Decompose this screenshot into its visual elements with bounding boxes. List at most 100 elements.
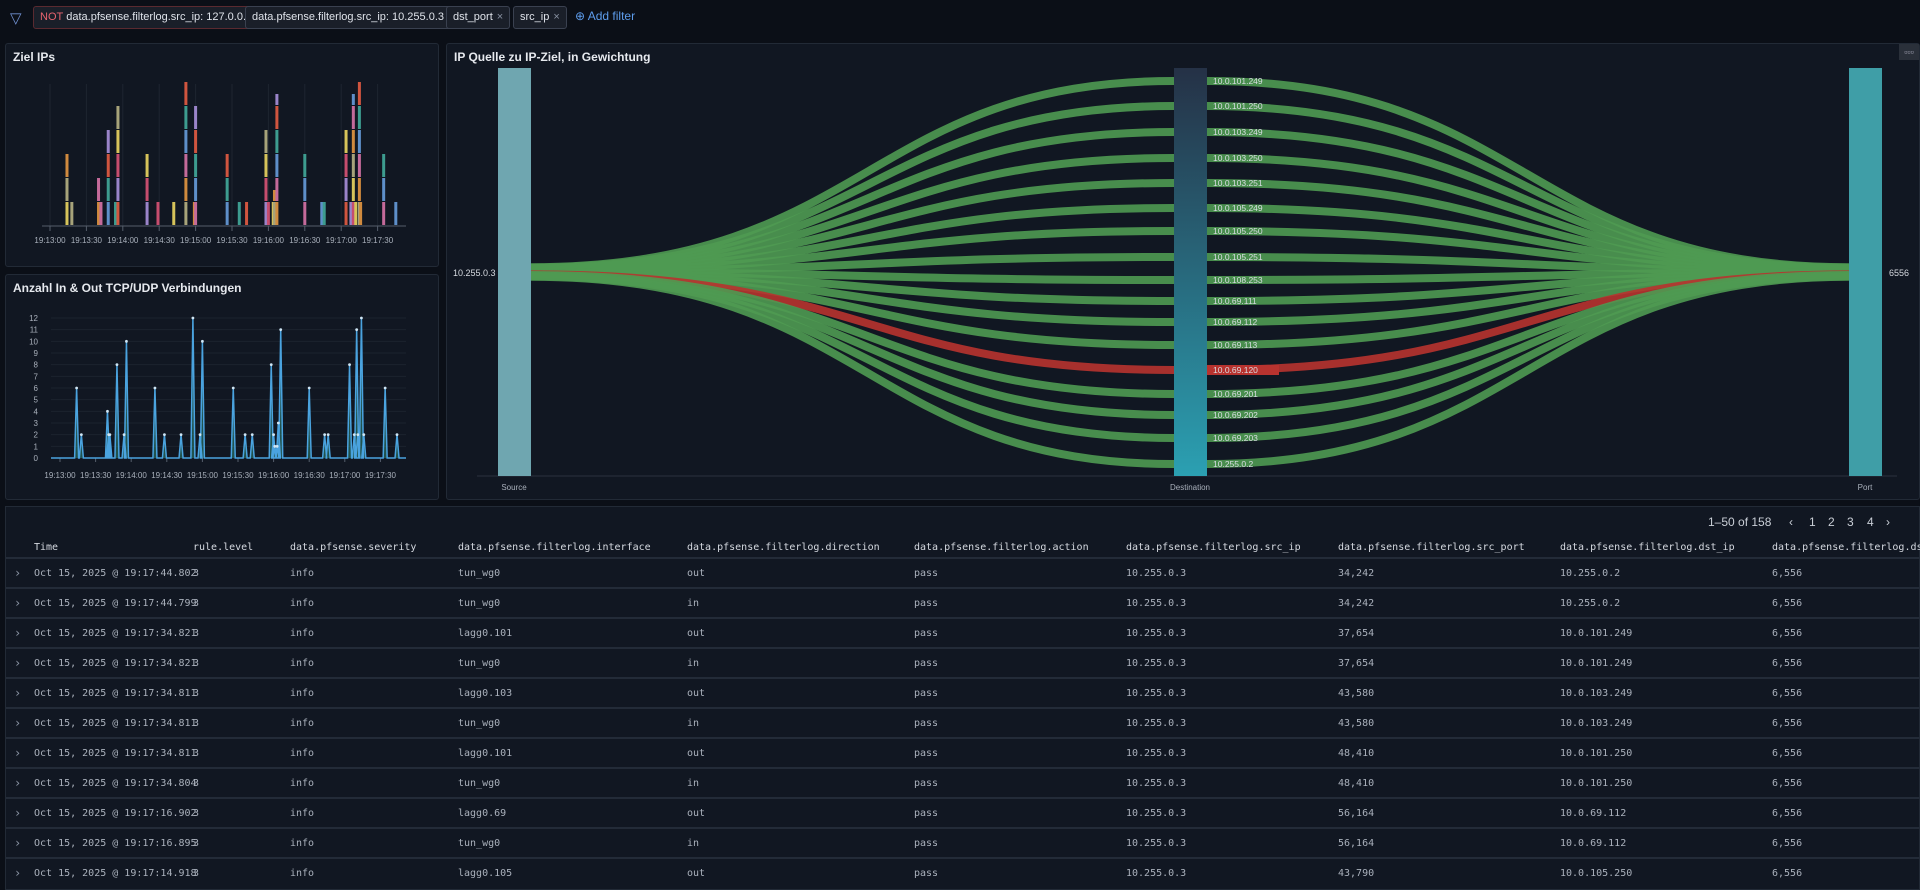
bar-segment	[322, 202, 326, 225]
column-header[interactable]: data.pfsense.filterlog.dst_ip	[1560, 542, 1735, 553]
bar-segment	[394, 202, 398, 225]
table-cell: 34,242	[1338, 568, 1375, 579]
panel-title: Anzahl In & Out TCP/UDP Verbindungen	[13, 281, 242, 295]
table-cell: Oct 15, 2025 @ 19:17:34.811	[34, 748, 197, 759]
table-cell: 10.255.0.3	[1126, 838, 1187, 849]
filter-pill-src-ip-field[interactable]: src_ip ×	[513, 6, 567, 29]
table-row[interactable]: › Oct 15, 2025 @ 19:17:34.811 3 info lagg0.1…	[6, 737, 1920, 767]
column-header[interactable]: data.pfsense.severity	[290, 542, 416, 553]
table-cell: 10.0.69.112	[1560, 808, 1627, 819]
destination-node	[1174, 68, 1207, 476]
column-label: Port	[1858, 483, 1873, 492]
chevron-right-icon[interactable]: ›	[14, 566, 21, 580]
chevron-right-icon[interactable]: ›	[14, 596, 21, 610]
x-tick-label: 19:17:30	[365, 471, 397, 480]
table-cell: Oct 15, 2025 @ 19:17:34.804	[34, 778, 197, 789]
column-header[interactable]: data.pfsense.filterlog.direction	[687, 542, 880, 553]
sankey-chart: 10.255.0.3 6556 10.0.101.249 10.0.101.250 10…	[453, 68, 1909, 492]
column-header[interactable]: data.pfsense.filterlog.src_port	[1338, 542, 1525, 553]
filter-pill-src-ip[interactable]: data.pfsense.filterlog.src_ip: 10.255.0.…	[245, 6, 462, 29]
table-row[interactable]: › Oct 15, 2025 @ 19:17:34.804 3 info tun_wg0…	[6, 767, 1920, 797]
table-cell: 43,580	[1338, 688, 1375, 699]
column-header[interactable]: data.pfsense.filterlog.dst	[1772, 542, 1920, 553]
destination-label: 10.0.105.251	[1213, 252, 1263, 262]
bar-segment	[357, 154, 361, 177]
close-icon[interactable]: ×	[497, 11, 503, 23]
page-3[interactable]: 3	[1847, 515, 1854, 529]
column-header[interactable]: rule.level	[193, 542, 253, 553]
filter-pill-dst-port[interactable]: dst_port ×	[446, 6, 511, 29]
table-cell: 10.0.105.250	[1560, 868, 1633, 879]
chevron-right-icon[interactable]: ›	[14, 806, 21, 820]
table-row[interactable]: › Oct 15, 2025 @ 19:17:34.811 3 info tun_wg0…	[6, 707, 1920, 737]
options-icon[interactable]: ▫▫▫	[1899, 44, 1919, 60]
table-cell: 3	[193, 688, 200, 699]
bar-segment	[194, 154, 198, 177]
table-row[interactable]: › Oct 15, 2025 @ 19:17:34.821 3 info tun_wg0…	[6, 647, 1920, 677]
x-tick-label: 19:14:30	[144, 236, 176, 245]
chevron-right-icon[interactable]: ›	[14, 626, 21, 640]
column-header[interactable]: data.pfsense.filterlog.interface	[458, 542, 651, 553]
chevron-right-icon[interactable]: ›	[14, 746, 21, 760]
column-header[interactable]: data.pfsense.filterlog.src_ip	[1126, 542, 1301, 553]
chevron-right-icon[interactable]: ›	[14, 866, 21, 880]
column-header[interactable]: data.pfsense.filterlog.action	[914, 542, 1089, 553]
filter-pill-not-src-ip[interactable]: NOT data.pfsense.filterlog.src_ip: 127.0.…	[33, 6, 270, 29]
y-tick-label: 1	[34, 442, 39, 451]
table-row[interactable]: › Oct 15, 2025 @ 19:17:44.802 3 info tun_wg0…	[6, 557, 1920, 587]
page-1[interactable]: 1	[1809, 515, 1816, 529]
table-row[interactable]: › Oct 15, 2025 @ 19:17:14.918 3 info lagg0.1…	[6, 857, 1920, 887]
data-point	[153, 386, 157, 390]
prev-page-button[interactable]: ‹	[1789, 515, 1793, 529]
bar-segment	[359, 202, 363, 225]
bar-segment	[275, 94, 279, 105]
table-row[interactable]: › Oct 15, 2025 @ 19:17:16.902 3 info lagg0.6…	[6, 797, 1920, 827]
table-cell: 10.255.0.2	[1560, 598, 1621, 609]
data-point	[356, 433, 360, 437]
bar-segment	[264, 154, 268, 177]
y-tick-label: 8	[34, 361, 39, 370]
chevron-right-icon[interactable]: ›	[14, 716, 21, 730]
bar-segment	[184, 82, 188, 105]
y-tick-label: 0	[34, 454, 39, 463]
bar-segment	[106, 202, 110, 225]
chevron-right-icon[interactable]: ›	[14, 836, 21, 850]
x-tick-label: 19:15:30	[216, 236, 248, 245]
page-2[interactable]: 2	[1828, 515, 1835, 529]
table-cell: pass	[914, 598, 939, 609]
data-point	[352, 433, 356, 437]
bar-segment	[225, 154, 229, 177]
data-point	[125, 339, 128, 343]
close-icon[interactable]: ×	[553, 11, 559, 23]
data-point	[360, 316, 363, 320]
page-4[interactable]: 4	[1867, 515, 1874, 529]
bar-segment	[382, 154, 386, 177]
table-row[interactable]: › Oct 15, 2025 @ 19:17:34.821 3 info lagg0.1…	[6, 617, 1920, 647]
destination-label: 10.0.103.249	[1213, 127, 1263, 137]
table-cell: 6,556	[1772, 568, 1803, 579]
table-row[interactable]: › Oct 15, 2025 @ 19:17:44.799 3 info tun_wg0…	[6, 587, 1920, 617]
filter-icon[interactable]: ▽	[10, 9, 22, 27]
table-cell: 56,164	[1338, 808, 1375, 819]
bar-segment	[344, 154, 348, 177]
next-page-button[interactable]: ›	[1886, 515, 1890, 529]
y-tick-label: 2	[34, 431, 39, 440]
table-cell: 6,556	[1772, 718, 1803, 729]
table-row[interactable]: › Oct 15, 2025 @ 19:17:34.811 3 info lagg0.1…	[6, 677, 1920, 707]
table-cell: tun_wg0	[458, 598, 501, 609]
table-cell: pass	[914, 568, 939, 579]
chevron-right-icon[interactable]: ›	[14, 776, 21, 790]
table-cell: 10.255.0.3	[1126, 598, 1187, 609]
add-filter-button[interactable]: ⊕ Add filter	[575, 9, 635, 23]
table-cell: pass	[914, 718, 939, 729]
bar-segment	[97, 178, 101, 201]
destination-label: 10.0.69.202	[1213, 410, 1258, 420]
bar-segment	[184, 130, 188, 153]
chevron-right-icon[interactable]: ›	[14, 656, 21, 670]
table-cell: 10.0.69.112	[1560, 838, 1627, 849]
y-tick-label: 6	[34, 384, 39, 393]
table-row[interactable]: › Oct 15, 2025 @ 19:17:16.895 3 info tun_wg0…	[6, 827, 1920, 857]
bar-segment	[225, 178, 229, 201]
chevron-right-icon[interactable]: ›	[14, 686, 21, 700]
column-header[interactable]: Time	[34, 542, 58, 553]
